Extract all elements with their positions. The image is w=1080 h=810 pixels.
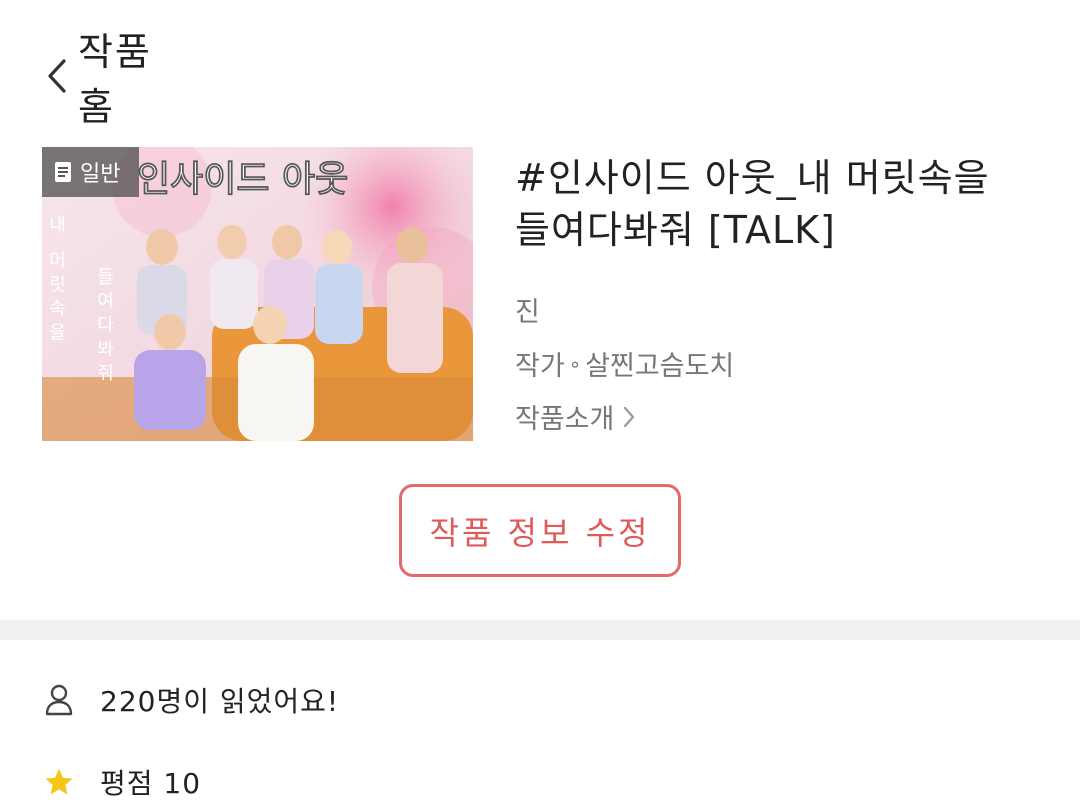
chevron-right-icon (622, 405, 636, 429)
cover-image[interactable]: 인사이드 아웃 내 머릿속을 들여다봐줘 일반 (42, 147, 473, 441)
author-line: 작가 ∘ 살찐고슴도치 (515, 344, 734, 383)
chevron-left-icon (46, 54, 72, 98)
person-icon (44, 683, 74, 717)
document-icon (54, 160, 74, 184)
read-count-row: 220명이 읽었어요! (44, 680, 339, 720)
rating-text: 평점 10 (100, 767, 202, 800)
author-name[interactable]: 살찐고슴도치 (585, 344, 734, 383)
cover-title-text: 인사이드 아웃 (137, 159, 348, 200)
genre-badge: 일반 (42, 147, 139, 197)
work-genre: 진 (515, 297, 540, 328)
work-title: #인사이드 아웃_내 머릿속을 들여다봐줘 [TALK] (515, 156, 990, 252)
cover-left-text: 내 머릿속을 (46, 215, 67, 347)
edit-work-info-button[interactable]: 작품 정보 수정 (399, 484, 681, 577)
section-divider (0, 620, 1080, 640)
author-separator: ∘ (568, 351, 582, 376)
read-count-text: 220명이 읽었어요! (100, 685, 340, 718)
work-home-page: 작품 홈 인사이드 아웃 내 머릿속을 들여다봐줘 일반 #인사이드 아웃_내 … (0, 0, 1080, 810)
badge-label: 일반 (80, 162, 121, 187)
work-info: #인사이드 아웃_내 머릿속을 들여다봐줘 [TALK] (515, 152, 1055, 256)
work-intro-label: 작품소개 (515, 404, 615, 435)
work-intro-link[interactable]: 작품소개 (515, 397, 636, 436)
back-button[interactable]: 작품 홈 (46, 30, 186, 129)
author-label: 작가 (515, 351, 565, 382)
star-icon (44, 765, 74, 799)
cover-right-text: 들여다봐줘 (94, 267, 115, 387)
rating-row: 평점 10 (44, 762, 201, 802)
header: 작품 홈 (0, 0, 1080, 150)
page-title: 작품 홈 (77, 30, 152, 129)
